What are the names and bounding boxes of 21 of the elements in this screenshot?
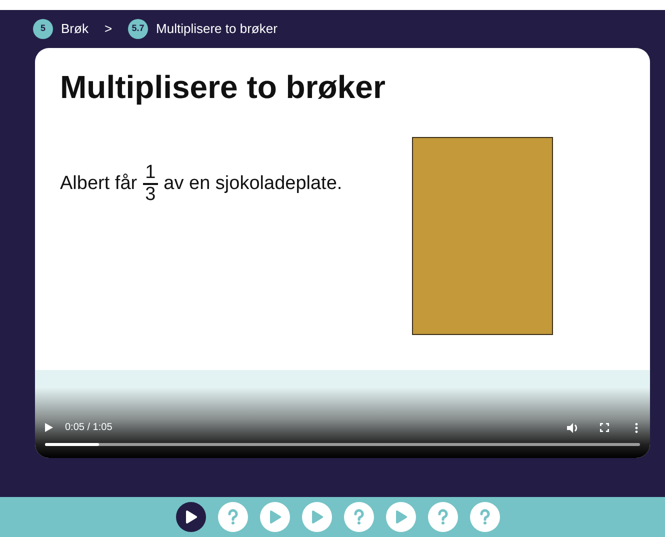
step-button[interactable] bbox=[176, 502, 206, 532]
slide-title: Multiplisere to brøker bbox=[60, 68, 386, 106]
section-badge: 5 bbox=[33, 19, 53, 39]
video-time: 0:05 / 1:05 bbox=[65, 421, 112, 435]
question-icon bbox=[478, 509, 490, 525]
play-icon bbox=[268, 510, 280, 524]
breadcrumb-link[interactable]: Multiplisere to brøker bbox=[156, 19, 278, 39]
question-icon bbox=[352, 509, 364, 525]
play-icon bbox=[310, 510, 322, 524]
play-icon[interactable] bbox=[45, 423, 53, 432]
breadcrumb-link[interactable]: Brøk bbox=[61, 19, 88, 39]
breadcrumb-separator: > bbox=[104, 20, 112, 38]
progress-track[interactable] bbox=[45, 443, 640, 446]
more-icon[interactable] bbox=[635, 422, 638, 432]
play-icon bbox=[394, 510, 406, 524]
fullscreen-icon[interactable] bbox=[600, 423, 609, 432]
question-icon bbox=[226, 509, 238, 525]
play-icon bbox=[184, 510, 196, 524]
section-badge: 5.7 bbox=[128, 19, 148, 39]
question-icon bbox=[436, 509, 448, 525]
volume-icon[interactable] bbox=[567, 422, 578, 432]
